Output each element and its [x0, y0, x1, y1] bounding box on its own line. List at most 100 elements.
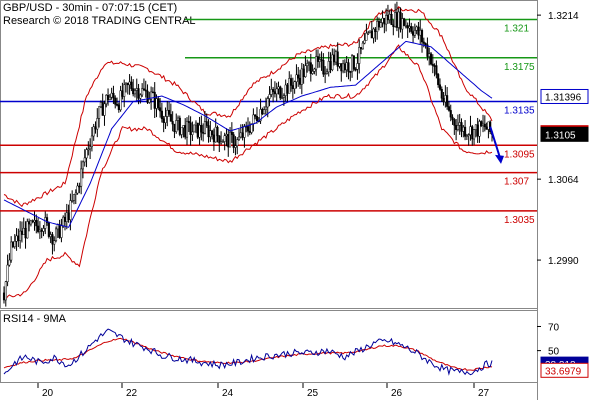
- candle-body: [456, 125, 459, 130]
- candle-body: [232, 134, 235, 148]
- chart-copyright: Research © 2018 TRADING CENTRAL: [3, 15, 196, 27]
- candle-body: [15, 235, 18, 242]
- candle-body: [413, 30, 416, 36]
- candle-body: [447, 106, 450, 111]
- candle-body: [370, 30, 373, 39]
- candle-body: [261, 109, 264, 115]
- candle-body: [449, 110, 452, 118]
- candle-body: [78, 185, 81, 188]
- candle-body: [139, 94, 142, 99]
- candle-body: [175, 120, 178, 132]
- candle-body: [69, 200, 72, 220]
- candle: [352, 55, 355, 72]
- candle-body: [419, 30, 422, 36]
- candle-body: [401, 18, 404, 30]
- candle-body: [117, 104, 120, 111]
- candle-body: [105, 94, 108, 105]
- candle-body: [397, 11, 400, 28]
- candle-body: [92, 126, 95, 137]
- candle: [429, 51, 433, 66]
- candle-body: [74, 192, 77, 195]
- candle-body: [185, 120, 189, 138]
- price-tick-label: 1.3064: [548, 175, 579, 186]
- candle-body: [336, 51, 339, 67]
- time-tick-label: 22: [126, 388, 138, 399]
- candle-body: [467, 134, 470, 136]
- candle-body: [146, 90, 149, 103]
- candle-body: [83, 157, 86, 163]
- candle-body: [169, 114, 172, 122]
- candle-body: [214, 126, 217, 143]
- gbpusd-chart: GBP/USD - 30min - 07:07:15 (CET) Researc…: [0, 0, 589, 400]
- candle-body: [473, 129, 476, 140]
- candle-body: [123, 84, 126, 97]
- candle-body: [293, 81, 296, 89]
- candle-body: [361, 42, 364, 50]
- candle-body: [218, 135, 221, 144]
- candle-body: [63, 216, 67, 222]
- candle-body: [327, 61, 330, 73]
- candle-body: [184, 125, 187, 138]
- candle-body: [403, 18, 406, 26]
- candle-body: [227, 134, 230, 148]
- candle-body: [112, 92, 115, 99]
- time-axis: 20 22 24 25 26 27: [37, 383, 490, 399]
- candle-body: [415, 26, 418, 31]
- candle-body: [135, 88, 138, 91]
- candle-body: [246, 126, 250, 132]
- level-label-1.321: 1.321: [504, 23, 529, 34]
- candle-body: [420, 30, 424, 43]
- candle-body: [121, 90, 124, 97]
- candle-body: [263, 109, 266, 115]
- candle-body: [6, 264, 9, 283]
- candle: [47, 221, 50, 239]
- candle-body: [198, 124, 201, 138]
- candle-body: [399, 11, 402, 30]
- price-tags: 1.313961.310651.3105: [540, 88, 589, 142]
- candle-body: [176, 117, 180, 121]
- candle-body: [422, 41, 425, 44]
- time-tick-label: 24: [222, 388, 234, 399]
- candle: [193, 124, 196, 133]
- candle-body: [347, 62, 350, 72]
- candle-body: [141, 88, 144, 96]
- candle-body: [187, 120, 190, 124]
- candle-body: [354, 68, 357, 71]
- candle-body: [408, 26, 411, 29]
- candle-body: [385, 15, 388, 25]
- candle-body: [236, 139, 239, 147]
- candle-body: [4, 281, 7, 301]
- candle-body: [22, 227, 25, 235]
- candle-body: [483, 123, 486, 128]
- candle-body: [286, 84, 289, 94]
- candle: [279, 85, 282, 100]
- rsi-tick-label: 70: [548, 322, 560, 333]
- candle-body: [241, 132, 244, 138]
- candle-body: [284, 84, 287, 96]
- candle-body: [234, 145, 237, 148]
- candle-body: [90, 135, 93, 148]
- time-tick-label: 20: [42, 388, 54, 399]
- candle-body: [325, 71, 328, 74]
- candle-body: [200, 124, 203, 133]
- candle-body: [168, 110, 171, 115]
- level-label-1.3175: 1.3175: [504, 62, 535, 73]
- candle-body: [272, 89, 275, 92]
- price-panel-frame: [0, 0, 538, 309]
- candle-body: [96, 118, 99, 130]
- candle-body: [58, 224, 61, 238]
- candle-body: [322, 59, 325, 75]
- candle-body: [295, 74, 298, 82]
- candle-body: [469, 126, 472, 135]
- candle-body: [178, 117, 181, 135]
- candle-body: [137, 88, 140, 99]
- candle-body: [119, 90, 122, 111]
- candle-body: [8, 259, 11, 266]
- time-tick-label: 25: [307, 388, 319, 399]
- candle-body: [444, 95, 447, 103]
- candle-body: [182, 125, 185, 129]
- candle-body: [437, 74, 440, 85]
- candle: [403, 17, 406, 27]
- candle-body: [471, 126, 474, 140]
- candle-body: [194, 122, 198, 126]
